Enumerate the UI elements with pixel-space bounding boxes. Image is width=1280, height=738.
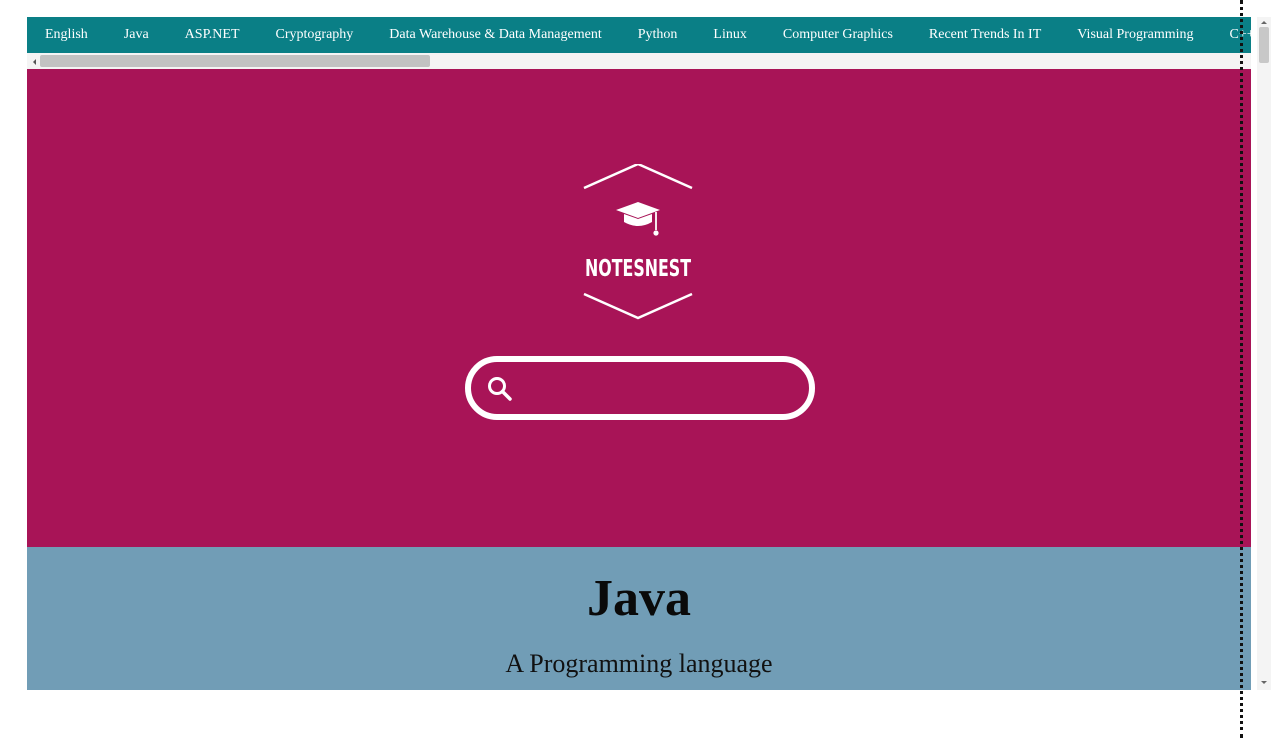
top-navbar: English Java ASP.NET Cryptography Data W… [27,17,1251,53]
nav-item-linux[interactable]: Linux [695,27,764,43]
search-input[interactable] [521,370,795,408]
nav-item-aspnet[interactable]: ASP.NET [167,27,258,43]
nav-item-cryptography[interactable]: Cryptography [258,27,372,43]
nav-item-cpp[interactable]: C++ [1212,27,1252,43]
browser-viewport: English Java ASP.NET Cryptography Data W… [27,17,1251,690]
banner-subtitle: A Programming language [505,649,773,678]
graduation-cap-icon [616,202,660,236]
banner-title: Java [587,570,691,627]
scroll-down-arrow-icon[interactable] [1261,681,1267,684]
vertical-scrollbar[interactable] [1257,17,1271,690]
dashed-guide-line [1240,0,1243,738]
notesnest-logo[interactable]: NOTESNEST [582,164,694,324]
hero-section: NOTESNEST [27,69,1251,547]
nav-item-computer-graphics[interactable]: Computer Graphics [765,27,911,43]
nav-item-data-warehouse[interactable]: Data Warehouse & Data Management [371,27,619,43]
logo-text: NOTESNEST [585,256,691,282]
nav-item-python[interactable]: Python [620,27,696,43]
scroll-left-arrow-icon[interactable] [33,59,36,65]
horizontal-scroll-thumb[interactable] [40,55,430,67]
nav-item-recent-trends[interactable]: Recent Trends In IT [911,27,1059,43]
nav-item-visual-programming[interactable]: Visual Programming [1059,27,1211,43]
search-box[interactable] [465,356,815,420]
vertical-scroll-thumb[interactable] [1259,27,1269,63]
search-icon[interactable] [485,374,515,404]
scroll-up-arrow-icon[interactable] [1261,21,1267,24]
horizontal-scrollbar[interactable] [27,53,1251,69]
nav-item-java[interactable]: Java [106,27,167,43]
nav-item-english[interactable]: English [27,27,106,43]
course-banner: Java A Programming language [27,547,1251,690]
